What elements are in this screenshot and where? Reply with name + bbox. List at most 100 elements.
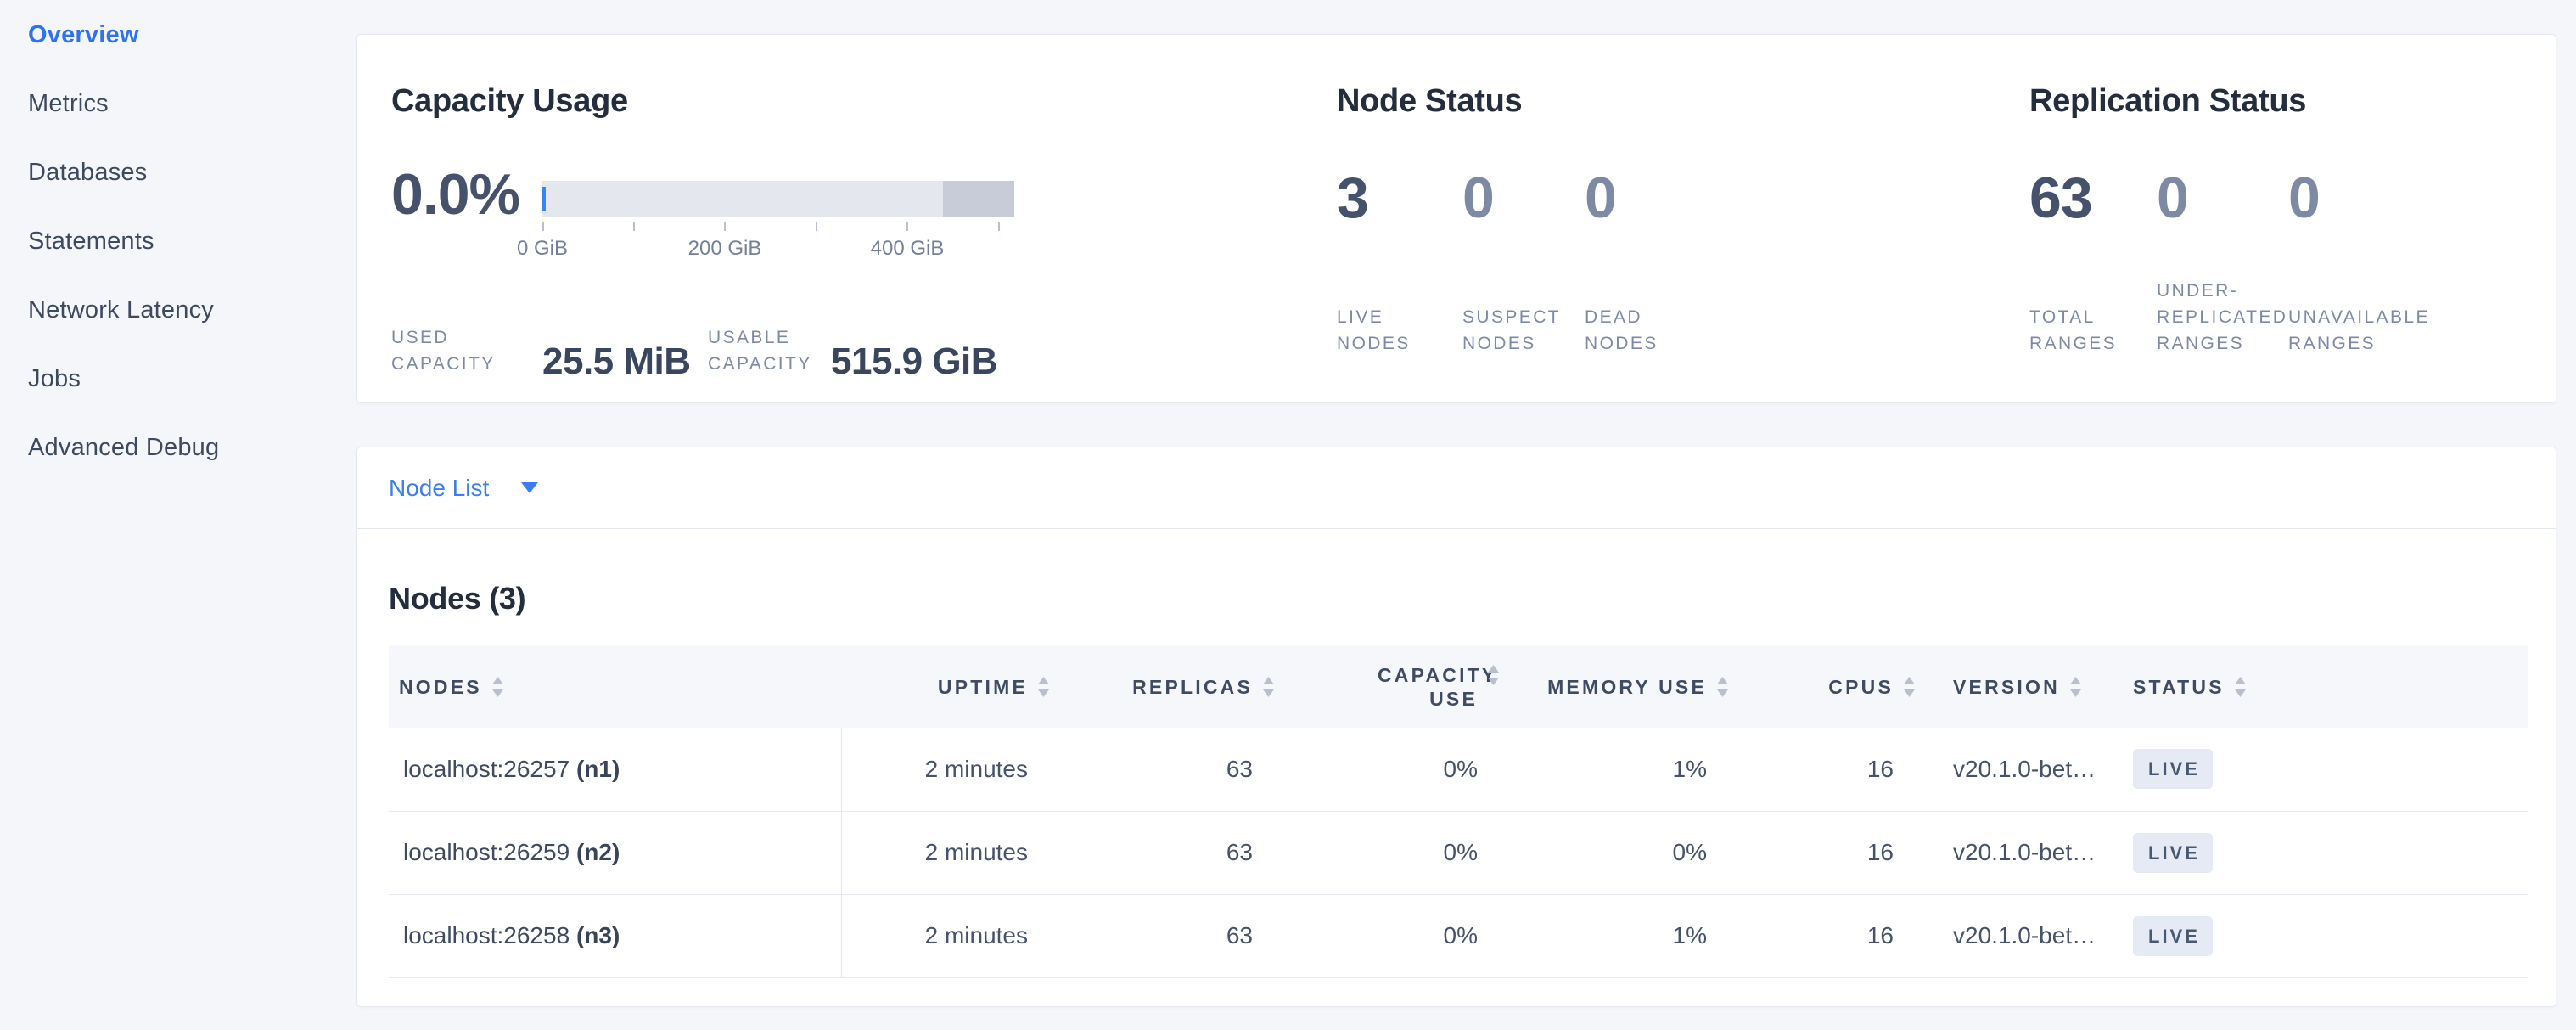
column-header-capacity-use[interactable]: CAPACITY USE (1287, 645, 1512, 728)
gauge-track (542, 181, 1014, 217)
sort-icon (1488, 665, 1499, 685)
live-nodes-value: 3 (1337, 166, 1462, 230)
sidebar-item-label: Statements (28, 227, 154, 256)
axis-tick (906, 222, 908, 231)
dead-nodes-value: 0 (1585, 166, 1616, 230)
replication-labels: TOTAL RANGES UNDER- REPLICATED RANGES UN… (2029, 278, 2430, 357)
gauge-reserved-segment (943, 181, 1014, 217)
node-status-labels: LIVE NODES SUSPECT NODES DEAD NODES (1337, 304, 1658, 357)
axis-tick-label: 400 GiB (871, 237, 945, 261)
uptime-cell: 2 minutes (841, 728, 1062, 811)
node-address[interactable]: localhost:26257 (403, 756, 570, 782)
used-capacity-label: USED CAPACITY (391, 324, 542, 377)
cpus-cell: 16 (1741, 811, 1928, 894)
sort-icon (1038, 677, 1049, 697)
memory-use-cell: 0% (1512, 811, 1741, 894)
capacity-use-cell: 0% (1287, 894, 1512, 977)
column-header-nodes[interactable]: NODES (389, 645, 841, 728)
node-id: (n2) (576, 839, 620, 865)
suspect-nodes-value: 0 (1462, 166, 1585, 230)
sidebar-item-advanced-debug[interactable]: Advanced Debug (28, 433, 356, 502)
status-badge: LIVE (2133, 916, 2213, 956)
node-id: (n1) (576, 756, 620, 782)
dead-nodes-label: DEAD NODES (1585, 304, 1658, 357)
under-replicated-ranges-value: 0 (2157, 166, 2288, 230)
used-capacity-value: 25.5 MiB (542, 343, 708, 380)
total-ranges-value: 63 (2029, 166, 2157, 230)
suspect-nodes-label: SUSPECT NODES (1462, 304, 1585, 357)
sidebar-item-metrics[interactable]: Metrics (28, 89, 356, 158)
axis-tick (542, 222, 544, 231)
gauge-used-marker (542, 187, 546, 211)
cpus-cell: 16 (1741, 728, 1928, 811)
sidebar-item-network-latency[interactable]: Network Latency (28, 295, 356, 364)
total-ranges-label: TOTAL RANGES (2029, 304, 2157, 357)
node-list-toolbar: Node List (357, 447, 2556, 529)
sidebar-item-overview[interactable]: Overview (28, 20, 356, 89)
capacity-usage-panel: Capacity Usage 0.0% 0 GiB 200 GiB 400 Gi… (391, 84, 1316, 390)
sidebar-item-label: Metrics (28, 89, 109, 118)
cluster-summary-card: Capacity Usage 0.0% 0 GiB 200 GiB 400 Gi… (356, 34, 2556, 403)
axis-tick (816, 222, 817, 231)
capacity-used-percent: 0.0% (391, 162, 519, 227)
sidebar-item-jobs[interactable]: Jobs (28, 364, 356, 433)
sidebar-item-statements[interactable]: Statements (28, 227, 356, 295)
table-row[interactable]: localhost:26259 (n2) 2 minutes 63 0% 0% … (389, 811, 2528, 894)
node-status-title: Node Status (1337, 84, 1982, 118)
view-selector-dropdown[interactable]: Node List (389, 475, 538, 502)
sidebar-item-label: Advanced Debug (28, 433, 219, 462)
table-row[interactable]: localhost:26258 (n3) 2 minutes 63 0% 1% … (389, 894, 2528, 977)
sort-icon (1904, 677, 1915, 697)
unavailable-ranges-value: 0 (2288, 166, 2320, 230)
capacity-gauge: 0 GiB 200 GiB 400 GiB (542, 181, 1014, 266)
sort-icon (492, 677, 503, 697)
cpus-cell: 16 (1741, 894, 1928, 977)
capacity-usage-title: Capacity Usage (391, 84, 1316, 118)
live-nodes-label: LIVE NODES (1337, 304, 1462, 357)
column-header-uptime[interactable]: UPTIME (841, 645, 1062, 728)
nodes-table: NODES UPTIME REPLICAS CAPACITY USE (389, 645, 2528, 978)
sort-icon (1717, 677, 1728, 697)
node-address[interactable]: localhost:26259 (403, 839, 570, 865)
sidebar-item-label: Network Latency (28, 295, 214, 324)
node-list-card: Node List Nodes (3) NODES UPTIME (356, 447, 2556, 1007)
sort-icon (2235, 677, 2246, 697)
column-header-status[interactable]: STATUS (2119, 645, 2528, 728)
axis-tick (998, 222, 1000, 231)
node-status-values: 3 0 0 (1337, 166, 1616, 230)
axis-tick-label: 0 GiB (517, 237, 568, 261)
sidebar: Overview Metrics Databases Statements Ne… (0, 0, 356, 1030)
version-cell: v20.1.0-bet… (1928, 728, 2119, 811)
caret-down-icon (521, 482, 538, 493)
version-cell: v20.1.0-bet… (1928, 811, 2119, 894)
capacity-stats-row: USED CAPACITY 25.5 MiB USABLE CAPACITY 5… (391, 324, 997, 380)
replicas-cell: 63 (1062, 894, 1287, 977)
sidebar-item-databases[interactable]: Databases (28, 158, 356, 227)
status-badge: LIVE (2133, 833, 2213, 873)
under-replicated-ranges-label: UNDER- REPLICATED RANGES (2157, 278, 2288, 357)
column-header-version[interactable]: VERSION (1928, 645, 2119, 728)
usable-capacity-label: USABLE CAPACITY (708, 324, 831, 377)
axis-tick (724, 222, 726, 231)
column-header-replicas[interactable]: REPLICAS (1062, 645, 1287, 728)
uptime-cell: 2 minutes (841, 894, 1062, 977)
replicas-cell: 63 (1062, 811, 1287, 894)
sidebar-item-label: Overview (28, 20, 139, 49)
table-row[interactable]: localhost:26257 (n1) 2 minutes 63 0% 1% … (389, 728, 2528, 811)
node-status-panel: Node Status 3 0 0 LIVE NODES SUSPECT NOD… (1337, 84, 1982, 390)
memory-use-cell: 1% (1512, 894, 1741, 977)
column-header-memory-use[interactable]: MEMORY USE (1512, 645, 1741, 728)
axis-tick-label: 200 GiB (688, 237, 762, 261)
sidebar-item-label: Databases (28, 158, 147, 187)
sort-icon (1263, 677, 1274, 697)
sidebar-item-label: Jobs (28, 364, 81, 393)
nodes-table-section: Nodes (3) NODES UPTIME REPLIC (357, 529, 2556, 978)
axis-tick (633, 222, 635, 231)
replication-values: 63 0 0 (2029, 166, 2320, 230)
capacity-use-cell: 0% (1287, 811, 1512, 894)
usable-capacity-value: 515.9 GiB (831, 343, 997, 380)
node-address[interactable]: localhost:26258 (403, 922, 570, 948)
replicas-cell: 63 (1062, 728, 1287, 811)
status-badge: LIVE (2133, 749, 2213, 789)
column-header-cpus[interactable]: CPUS (1741, 645, 1928, 728)
